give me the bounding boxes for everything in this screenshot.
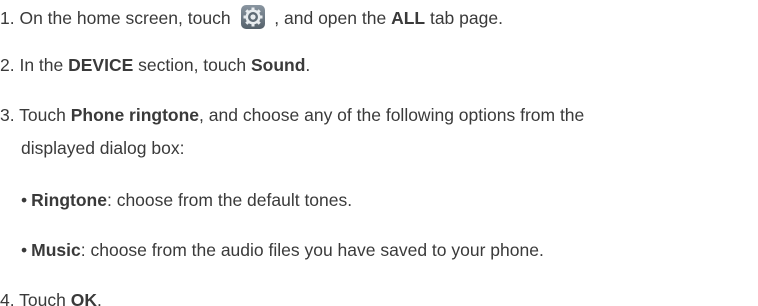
step-2-mid: section, touch xyxy=(133,55,251,75)
step-1-prefix: 1. On the home screen, touch xyxy=(0,8,236,28)
step-1-suffix: tab page. xyxy=(425,8,503,28)
bullet-music: • Music: choose from the audio files you … xyxy=(21,239,544,261)
step-4-suffix: . xyxy=(96,290,102,306)
step-1-all-tab: ALL xyxy=(391,8,426,28)
step-1: 1. On the home screen, touch , and open … xyxy=(0,4,503,30)
bullet-music-label: Music xyxy=(31,240,81,260)
step-2-suffix: . xyxy=(305,55,311,75)
step-4-ok: OK xyxy=(70,290,97,306)
step-3-phone-ringtone: Phone ringtone xyxy=(70,105,200,125)
step-3-suffix: , and choose any of the following option… xyxy=(199,105,585,125)
step-3-continuation: displayed dialog box: xyxy=(21,137,184,159)
step-4-prefix: 4. Touch xyxy=(0,290,71,306)
step-1-mid: , and open the xyxy=(269,8,392,28)
step-2-sound: Sound xyxy=(250,55,306,75)
bullet-music-text: : choose from the audio files you have s… xyxy=(80,240,544,260)
step-3: 3. Touch Phone ringtone, and choose any … xyxy=(0,104,584,126)
bullet-ringtone-label: Ringtone xyxy=(31,190,107,210)
bullet-ringtone-text: : choose from the default tones. xyxy=(106,190,353,210)
step-2-device-section: DEVICE xyxy=(68,55,134,75)
bullet-mark: • xyxy=(21,190,28,210)
bullet-ringtone: • Ringtone: choose from the default tones… xyxy=(21,189,352,211)
step-2: 2. In the DEVICE section, touch Sound. xyxy=(0,54,310,76)
step-3-cont: displayed dialog box: xyxy=(21,138,185,158)
settings-gear-icon xyxy=(240,4,266,30)
step-3-prefix: 3. Touch xyxy=(0,105,71,125)
bullet-mark: • xyxy=(21,240,28,260)
step-4: 4. Touch OK. xyxy=(0,289,102,306)
step-2-prefix: 2. In the xyxy=(0,55,69,75)
